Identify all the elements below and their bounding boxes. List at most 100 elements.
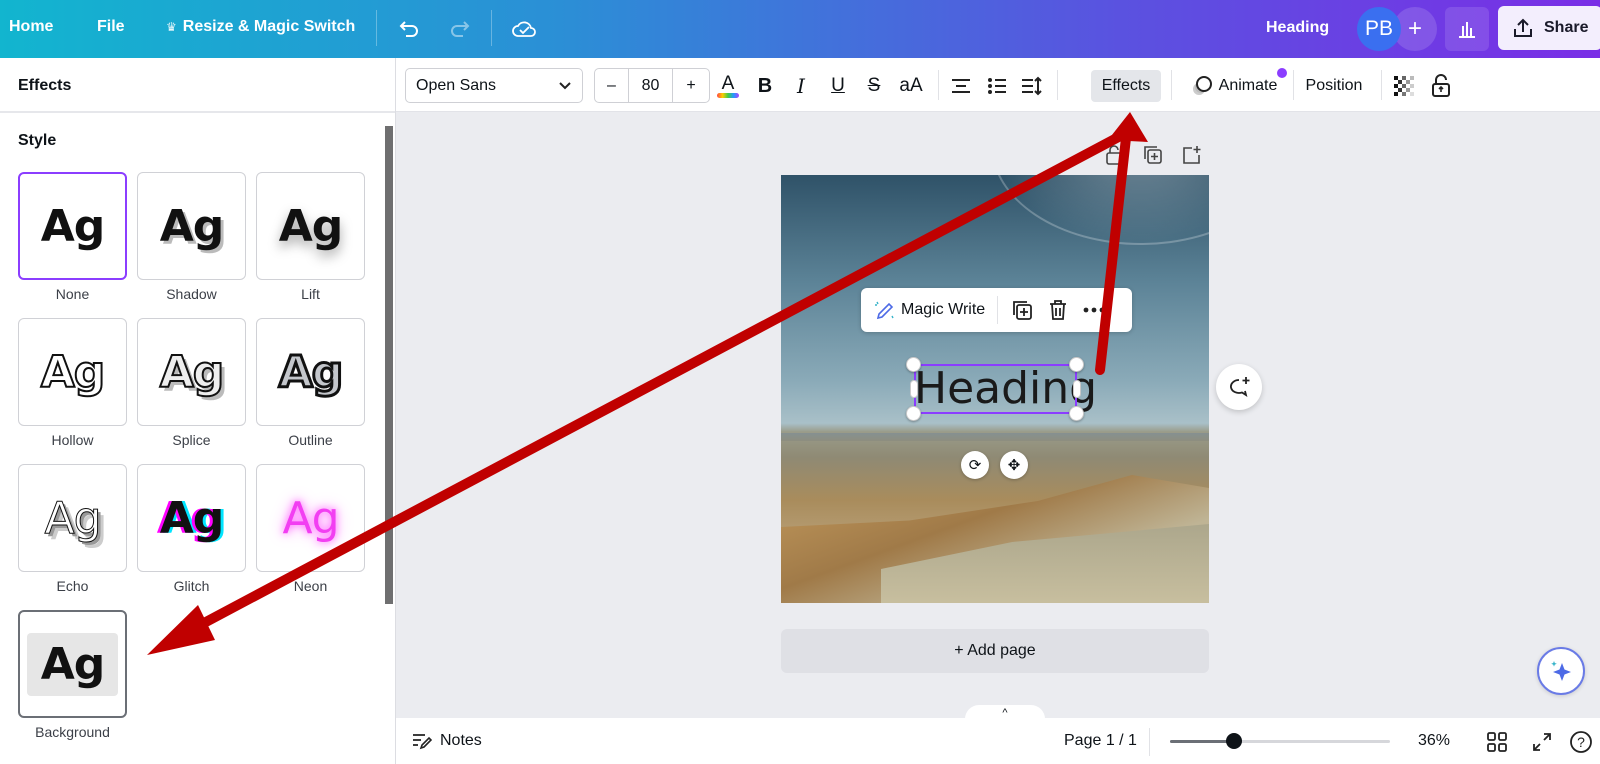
add-comment-icon[interactable] (1216, 364, 1262, 410)
style-hollow-tile[interactable]: Ag (18, 318, 127, 426)
style-label: Shadow (166, 286, 217, 302)
resize-handle[interactable] (1069, 357, 1084, 372)
resize-handle[interactable] (906, 406, 921, 421)
zoom-level[interactable]: 36% (1418, 732, 1450, 750)
effects-panel: Effects Style Ag None Ag Shadow Ag Lift … (0, 58, 396, 764)
font-family-value: Open Sans (416, 76, 497, 94)
style-none-tile[interactable]: Ag (18, 172, 127, 280)
bold-button[interactable]: B (752, 70, 778, 102)
font-family-dropdown[interactable]: Open Sans (405, 68, 583, 103)
zoom-slider-knob[interactable] (1225, 733, 1242, 749)
animate-icon (1192, 76, 1212, 95)
share-button[interactable]: Share (1498, 6, 1600, 50)
increase-font-size-button[interactable]: + (673, 69, 709, 102)
style-splice-tile[interactable]: Ag (137, 318, 246, 426)
line-spacing-icon[interactable] (1018, 70, 1046, 102)
duplicate-icon[interactable] (1004, 292, 1040, 328)
avatar[interactable]: PB (1357, 7, 1401, 51)
cloud-saved-icon[interactable] (509, 14, 539, 44)
style-outline-tile[interactable]: Ag (256, 318, 365, 426)
text-color-icon: A (721, 72, 735, 94)
style-label: Outline (288, 432, 333, 448)
panel-scrollbar[interactable] (385, 126, 393, 604)
style-preview: Ag (159, 346, 226, 399)
resize-magic-switch-button[interactable]: ♛ Resize & Magic Switch (166, 18, 355, 36)
effects-button[interactable]: Effects (1091, 70, 1161, 102)
zoom-slider[interactable] (1170, 733, 1390, 749)
share-label: Share (1544, 19, 1589, 36)
divider (1293, 70, 1294, 100)
style-neon-tile[interactable]: Ag (256, 464, 365, 572)
rotate-icon[interactable]: ⟳ (961, 451, 989, 479)
style-label: Lift (301, 286, 320, 302)
list-icon[interactable] (983, 70, 1011, 102)
text-color-button[interactable]: A (714, 70, 742, 102)
style-preview: Ag (44, 492, 102, 544)
duplicate-page-icon[interactable] (1142, 144, 1164, 166)
divider (997, 296, 999, 324)
style-label: Splice (172, 432, 211, 448)
style-preview: Ag (159, 492, 225, 544)
color-bar (717, 92, 739, 98)
home-menu[interactable]: Home (9, 18, 53, 36)
underline-button[interactable]: U (825, 70, 851, 102)
divider (376, 10, 377, 46)
lock-page-icon[interactable] (1103, 144, 1125, 166)
style-preview: Ag (40, 200, 106, 252)
element-context-menu: Magic Write (861, 288, 1132, 332)
align-center-icon[interactable] (947, 70, 975, 102)
expand-pages-tab[interactable]: ^ (965, 705, 1045, 721)
style-glitch-tile[interactable]: Ag (137, 464, 246, 572)
letter-case-button[interactable]: aA (896, 70, 926, 102)
font-size-input[interactable]: 80 (629, 69, 673, 102)
redo-icon[interactable] (445, 14, 475, 44)
magic-write-button[interactable]: Magic Write (861, 299, 997, 321)
resize-handle[interactable] (906, 357, 921, 372)
notes-button[interactable]: Notes (412, 732, 482, 750)
animate-button[interactable]: Animate (1186, 70, 1282, 102)
magic-pencil-icon (875, 301, 894, 320)
side-handle[interactable] (1073, 380, 1081, 398)
add-page-button[interactable]: + Add page (781, 629, 1209, 673)
file-menu[interactable]: File (97, 18, 125, 36)
style-lift-tile[interactable]: Ag (256, 172, 365, 280)
style-label: Neon (293, 578, 328, 594)
zoom-slider-fill (1170, 740, 1234, 743)
move-icon[interactable]: ✥ (1000, 451, 1028, 479)
svg-text:?: ? (1577, 734, 1585, 750)
add-page-icon[interactable] (1181, 144, 1203, 166)
divider (938, 70, 939, 100)
design-title[interactable]: Heading (1266, 19, 1329, 37)
horizon (781, 433, 1209, 441)
style-echo-tile[interactable]: Ag (18, 464, 127, 572)
style-preview: Ag (282, 492, 339, 544)
divider (491, 10, 492, 46)
upload-icon (1514, 18, 1532, 37)
style-label: None (55, 286, 90, 302)
side-handle[interactable] (910, 380, 918, 398)
undo-icon[interactable] (394, 14, 424, 44)
style-background-tile[interactable]: Ag (18, 610, 127, 718)
style-preview: Ag (40, 346, 107, 399)
magic-assistant-icon[interactable] (1537, 647, 1585, 695)
lock-icon[interactable] (1428, 70, 1454, 102)
help-icon[interactable]: ? (1569, 730, 1593, 754)
italic-button[interactable]: I (788, 70, 814, 102)
strikethrough-button[interactable]: S (861, 70, 887, 102)
style-label: Background (35, 724, 110, 740)
divider (1057, 70, 1058, 100)
more-options-icon[interactable] (1076, 292, 1112, 328)
delete-icon[interactable] (1040, 292, 1076, 328)
grid-view-icon[interactable] (1485, 730, 1509, 754)
decrease-font-size-button[interactable]: – (595, 69, 629, 102)
style-label: Hollow (51, 432, 94, 448)
position-button[interactable]: Position (1300, 70, 1368, 102)
chevron-down-icon (559, 82, 571, 90)
style-shadow-tile[interactable]: Ag (137, 172, 246, 280)
insights-icon[interactable] (1445, 7, 1489, 51)
resize-handle[interactable] (1069, 406, 1084, 421)
style-section-title: Style (18, 132, 57, 149)
transparency-icon[interactable] (1391, 70, 1417, 102)
divider (1381, 70, 1382, 100)
fullscreen-icon[interactable] (1530, 730, 1554, 754)
